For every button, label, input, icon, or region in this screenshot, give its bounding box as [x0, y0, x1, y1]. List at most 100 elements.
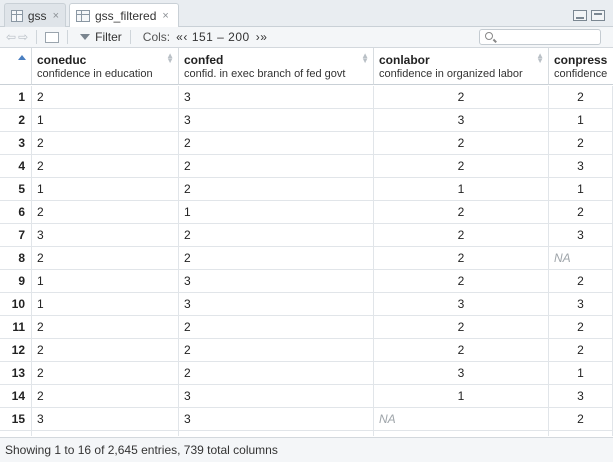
tab-label: gss: [27, 8, 47, 23]
table-row[interactable]: 14 2 3 1 3: [0, 385, 613, 408]
table-cell-conpress: 2: [549, 339, 613, 362]
tab-label: gss_filtered: [95, 9, 157, 23]
row-index: 15: [0, 408, 32, 431]
sort-icon[interactable]: ▲ ▼: [536, 52, 544, 65]
toolbar-divider: [129, 30, 131, 44]
table-cell-coneduc: 3: [32, 408, 179, 431]
table-cell-conpress: 1: [549, 178, 613, 201]
table-icon: [11, 9, 23, 22]
table-cell-conpress: 2: [549, 86, 613, 109]
close-icon[interactable]: ×: [162, 10, 168, 22]
table-row[interactable]: 10 1 3 3 3: [0, 293, 613, 316]
table-cell-coneduc: 2: [32, 247, 179, 270]
table-row[interactable]: 51211: [0, 178, 613, 201]
sort-icon[interactable]: ▲ ▼: [361, 52, 369, 65]
row-index: 4: [0, 155, 32, 178]
status-bar: Showing 1 to 16 of 2,645 entries, 739 to…: [0, 437, 613, 462]
window-controls: [573, 10, 605, 21]
table-cell-conlabor: 2: [374, 86, 549, 109]
table-cell-conpress: 2: [549, 270, 613, 293]
tab-gss-filtered[interactable]: gss_filtered ×: [69, 3, 179, 28]
table-row[interactable]: 73223: [0, 224, 613, 247]
table-row[interactable]: 16: [0, 431, 613, 436]
column-name: conlabor: [379, 53, 430, 67]
table-cell-coneduc: 2: [32, 339, 179, 362]
table-cell-coneduc: 3: [32, 224, 179, 247]
table-cell-conpress: [549, 431, 613, 436]
table-cell-confed: 2: [179, 178, 374, 201]
table-cell-coneduc: 2: [32, 385, 179, 408]
table-cell-conlabor: 3: [374, 362, 549, 385]
table-row[interactable]: 91322: [0, 270, 613, 293]
column-header-coneduc[interactable]: coneduc confidence in education ▲ ▼: [32, 48, 179, 85]
table-cell-coneduc: 2: [32, 316, 179, 339]
row-index: 10: [0, 293, 32, 316]
close-icon[interactable]: ×: [53, 10, 59, 22]
minimize-icon[interactable]: [573, 10, 587, 21]
table-cell-conlabor: NA: [374, 408, 549, 431]
search-input[interactable]: [479, 29, 601, 45]
toolbar-divider: [36, 30, 38, 44]
table-cell-conpress: 2: [549, 408, 613, 431]
next-columns-button[interactable]: ›»: [256, 30, 268, 44]
row-index: 12: [0, 339, 32, 362]
funnel-icon: [80, 34, 91, 40]
table-row[interactable]: 62122: [0, 201, 613, 224]
table-cell-confed: 2: [179, 155, 374, 178]
table-cell-coneduc: [32, 431, 179, 436]
table-icon: [76, 10, 90, 22]
data-grid: coneduc confidence in education ▲ ▼ confe…: [0, 48, 613, 436]
toolbar: ⇦ ⇨ Filter Cols: «‹ 151 – 200 ›»: [0, 27, 613, 48]
prev-columns-button[interactable]: «‹: [176, 30, 188, 44]
table-cell-confed: 3: [179, 86, 374, 109]
table-cell-confed: 2: [179, 247, 374, 270]
sort-icon[interactable]: ▲ ▼: [166, 52, 174, 65]
column-name: confed: [184, 53, 224, 67]
table-cell-coneduc: 1: [32, 293, 179, 316]
table-cell-confed: [179, 431, 374, 436]
table-cell-conlabor: 2: [374, 224, 549, 247]
tab-gss[interactable]: gss ×: [4, 3, 66, 27]
table-cell-coneduc: 1: [32, 109, 179, 132]
row-index-header[interactable]: [0, 48, 32, 85]
table-row[interactable]: 13 2 2 3 1: [0, 362, 613, 385]
table-cell-coneduc: 2: [32, 201, 179, 224]
table-row[interactable]: 32222: [0, 132, 613, 155]
column-header-confed[interactable]: confed confid. in exec branch of fed gov…: [179, 48, 374, 85]
table-row[interactable]: 12322: [0, 86, 613, 109]
table-row[interactable]: 12 2 2 2 2: [0, 339, 613, 362]
table-row[interactable]: 15 3 3 NA 2: [0, 408, 613, 431]
search-icon: [485, 32, 493, 40]
sort-ascending-icon: [18, 55, 26, 60]
table-cell-confed: 3: [179, 293, 374, 316]
maximize-icon[interactable]: [591, 10, 605, 21]
table-cell-confed: 1: [179, 201, 374, 224]
filter-button[interactable]: Filter: [80, 30, 122, 44]
table-cell-conlabor: 2: [374, 132, 549, 155]
table-row[interactable]: 21331: [0, 109, 613, 132]
popout-icon[interactable]: [45, 31, 60, 43]
column-header-conlabor[interactable]: conlabor confidence in organized labor ▲…: [374, 48, 549, 85]
table-cell-conpress: 2: [549, 201, 613, 224]
table-cell-confed: 3: [179, 109, 374, 132]
table-cell-coneduc: 2: [32, 155, 179, 178]
table-cell-conlabor: 2: [374, 247, 549, 270]
table-cell-conlabor: [374, 431, 549, 436]
back-arrow-icon[interactable]: ⇦: [6, 30, 16, 44]
table-cell-confed: 3: [179, 385, 374, 408]
table-cell-confed: 2: [179, 339, 374, 362]
table-row[interactable]: 8 2 2 2 NA: [0, 247, 613, 270]
row-index: 16: [0, 431, 32, 436]
row-index: 8: [0, 247, 32, 270]
column-header-conpress[interactable]: conpress confidence: [549, 48, 613, 85]
table-row[interactable]: 42223: [0, 155, 613, 178]
table-cell-confed: 2: [179, 316, 374, 339]
column-label: confidence: [554, 68, 608, 80]
row-index: 6: [0, 201, 32, 224]
column-label: confidence in education: [37, 68, 153, 80]
column-label: confidence in organized labor: [379, 68, 523, 80]
table-cell-conpress: 2: [549, 316, 613, 339]
table-row[interactable]: 11 2 2 2 2: [0, 316, 613, 339]
forward-arrow-icon[interactable]: ⇨: [18, 30, 28, 44]
table-cell-confed: 3: [179, 270, 374, 293]
